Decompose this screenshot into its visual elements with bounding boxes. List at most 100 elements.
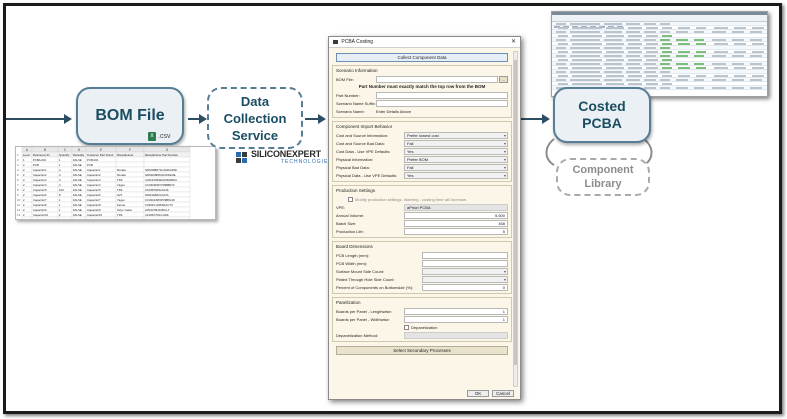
board-row-label: Percent of Components on Bottomside (%): bbox=[336, 284, 414, 290]
screenshot-cell bbox=[734, 75, 746, 77]
production-life-input[interactable]: 5 bbox=[404, 227, 508, 235]
scenario-suffix-input[interactable] bbox=[376, 99, 508, 107]
select-secondary-processes-button[interactable]: Select Secondary Processes bbox=[336, 346, 508, 355]
bom-file-row: BOM File: … bbox=[336, 75, 508, 83]
screenshot-cell bbox=[558, 83, 568, 85]
sheet-cell-text: GRM188R71H104KA93D bbox=[145, 168, 177, 172]
board-row-input[interactable] bbox=[422, 259, 508, 267]
bom-file-field-label: BOM File: bbox=[336, 76, 354, 82]
screenshot-cell bbox=[572, 75, 602, 77]
screenshot-cell bbox=[570, 39, 600, 41]
screenshot-cell bbox=[556, 23, 566, 25]
cancel-button[interactable]: Cancel bbox=[492, 390, 514, 397]
screenshot-cell bbox=[660, 87, 670, 89]
depanel-method-row: Depanelization Method: bbox=[336, 331, 508, 339]
costed-line-2: PCBA bbox=[582, 115, 622, 131]
import-row-label: Cost Data - Use VPE Defaults: bbox=[336, 148, 391, 154]
import-row-select[interactable]: Fail bbox=[404, 139, 508, 147]
collect-component-data-button[interactable]: Collect Component Data bbox=[336, 53, 508, 62]
siliconexpert-logo-icon bbox=[236, 152, 247, 163]
panel-length-input[interactable]: 1 bbox=[404, 307, 508, 315]
screenshot-cell bbox=[626, 63, 640, 65]
annual-volume-input[interactable]: 5,500 bbox=[404, 211, 508, 219]
siliconexpert-logo: SILICONEXPERT TECHNOLOGIES bbox=[236, 150, 333, 166]
sheet-cell-text: Capacitor5 bbox=[33, 188, 47, 192]
screenshot-cell bbox=[732, 31, 744, 33]
screenshot-cell bbox=[644, 63, 656, 65]
vpe-row: VPE: aPriori PCBA bbox=[336, 203, 508, 211]
column-letter: E bbox=[100, 148, 102, 152]
board-row-select[interactable] bbox=[422, 275, 508, 283]
bom-file-input[interactable] bbox=[376, 75, 498, 83]
part-number-input[interactable] bbox=[376, 91, 508, 99]
screenshot-cell bbox=[570, 23, 600, 25]
screenshot-cell bbox=[646, 59, 658, 61]
screenshot-cell bbox=[606, 75, 624, 77]
dialog-scrollbar[interactable] bbox=[513, 51, 518, 387]
bom-file-label: BOM File bbox=[95, 107, 165, 124]
screenshot-cell bbox=[646, 35, 658, 37]
sheet-cell-text: FALSE bbox=[73, 163, 82, 167]
screenshot-cell bbox=[628, 67, 642, 69]
row-number: 8 bbox=[17, 188, 19, 192]
ok-button[interactable]: OK bbox=[467, 390, 489, 397]
sheet-header-text: Manufacturer bbox=[117, 153, 134, 157]
sheet-cell bbox=[143, 156, 191, 163]
screenshot-cell bbox=[644, 79, 656, 81]
screenshot-cell bbox=[752, 27, 764, 29]
board-dimensions-title: Board Dimensions bbox=[336, 244, 373, 249]
board-row-input[interactable]: 0 bbox=[422, 283, 508, 291]
board-row-input[interactable] bbox=[422, 251, 508, 259]
screenshot-cell bbox=[644, 31, 656, 33]
column-letter: F bbox=[129, 148, 131, 152]
screenshot-cell bbox=[676, 31, 688, 33]
board-row: Plated Through Hole Side Count: bbox=[336, 275, 508, 283]
arrow-head-costed bbox=[542, 114, 550, 124]
data-collection-line-3: Service bbox=[231, 127, 279, 143]
close-icon[interactable]: ✕ bbox=[511, 37, 516, 48]
browse-button[interactable]: … bbox=[499, 75, 508, 83]
depanelization-checkbox[interactable] bbox=[404, 324, 409, 330]
screenshot-cell bbox=[606, 43, 624, 45]
dialog-scrollbar-thumb[interactable] bbox=[514, 60, 517, 365]
sheet-cell-text: Murata bbox=[117, 168, 126, 172]
sheet-cell-text: 04023A8R2CAT2A bbox=[145, 193, 169, 197]
screenshot-cell bbox=[570, 79, 600, 81]
row-number: 2 bbox=[17, 158, 19, 162]
import-row-select[interactable]: Prefer BOM bbox=[404, 155, 508, 163]
panel-width-input[interactable]: 1 bbox=[404, 315, 508, 323]
sheet-cell-text: CC0402JRNPO9BN100 bbox=[145, 198, 175, 202]
screenshot-cell bbox=[572, 83, 602, 85]
screenshot-cell bbox=[646, 83, 658, 85]
screenshot-cell bbox=[646, 67, 658, 69]
batch-size-input[interactable]: 458 bbox=[404, 219, 508, 227]
import-row-select[interactable]: Prefer lowest cost bbox=[404, 131, 508, 139]
modify-production-label: Modify production settings. Warning - co… bbox=[355, 196, 468, 202]
vpe-input[interactable]: aPriori PCBA bbox=[404, 203, 508, 211]
board-row-select[interactable] bbox=[422, 267, 508, 275]
arrow-dialog-to-costed bbox=[521, 118, 543, 120]
sheet-cell-text: PCB bbox=[33, 163, 39, 167]
screenshot-cell bbox=[752, 51, 764, 53]
data-collection-node: Data Collection Service bbox=[207, 87, 303, 149]
sheet-cell-text: Capacitor3 bbox=[33, 178, 47, 182]
import-row-select[interactable]: Fail bbox=[404, 163, 508, 171]
panel-length-label: Boards per Panel - Lengthwise: bbox=[336, 308, 392, 314]
screenshot-cell bbox=[676, 63, 688, 65]
board-row: Percent of Components on Bottomside (%):… bbox=[336, 283, 508, 291]
board-row: PCB Length (mm): bbox=[336, 251, 508, 259]
scenario-name-value: Enter Details Above bbox=[376, 108, 412, 114]
modify-production-checkbox[interactable] bbox=[348, 196, 353, 202]
screenshot-cell bbox=[750, 39, 762, 41]
sheet-cell bbox=[143, 161, 191, 168]
screenshot-cell bbox=[714, 43, 728, 45]
sheet-cell-text: Capacitor6 bbox=[33, 193, 47, 197]
import-row-select[interactable]: Yes bbox=[404, 147, 508, 155]
screenshot-cell bbox=[696, 43, 706, 45]
depanel-method-select[interactable] bbox=[404, 331, 508, 339]
import-row-select[interactable]: Yes bbox=[404, 171, 508, 179]
arrow-head-service bbox=[199, 114, 207, 124]
screenshot-cell bbox=[662, 75, 672, 77]
panel-width-label: Boards per Panel - Widthwise: bbox=[336, 316, 390, 322]
screenshot-cell bbox=[660, 47, 670, 49]
